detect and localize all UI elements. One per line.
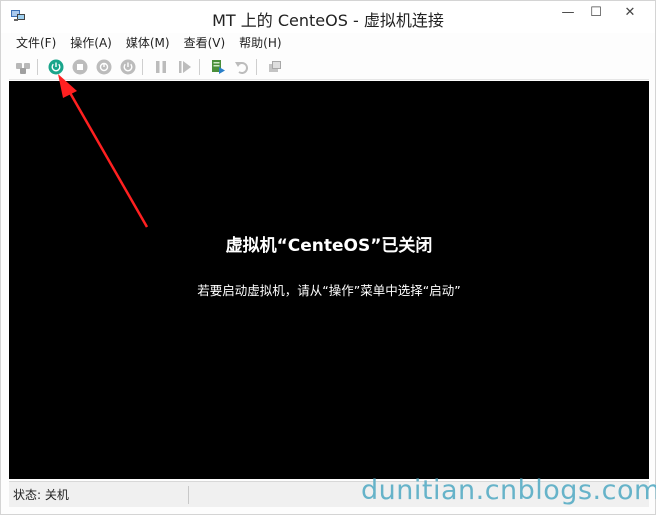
status-separator (188, 485, 189, 504)
vm-off-title: 虚拟机“CenteOS”已关闭 (225, 236, 433, 256)
shutdown-icon (96, 59, 112, 74)
watermark: dunitian.cnblogs.com (361, 475, 656, 506)
revert-button[interactable] (232, 57, 252, 77)
menu-view[interactable]: 查看(V) (177, 33, 233, 53)
save-icon (120, 59, 136, 74)
status-text: 状态: 关机 (13, 488, 69, 502)
toolbar-separator (199, 58, 200, 75)
ctrl-alt-del-button[interactable] (13, 57, 33, 77)
snapshot-button[interactable] (208, 57, 228, 77)
menu-file[interactable]: 文件(F) (9, 33, 63, 53)
close-button[interactable]: ✕ (607, 1, 653, 23)
turn-off-button[interactable] (70, 57, 90, 77)
toolbar-separator (37, 58, 38, 75)
title-bar[interactable]: MT 上的 CenteOS - 虚拟机连接 — ☐ ✕ (1, 1, 655, 33)
snapshot-icon (212, 59, 225, 74)
vm-off-hint: 若要启动虚拟机，请从“操作”菜单中选择“启动” (197, 283, 461, 298)
share-button[interactable] (265, 57, 285, 77)
turn-off-icon (72, 59, 88, 74)
toolbar-separator (256, 58, 257, 75)
save-button[interactable] (118, 57, 138, 77)
pause-icon (156, 60, 166, 73)
share-icon (269, 60, 281, 72)
resume-icon (179, 60, 191, 73)
ctrl-alt-del-icon (16, 62, 30, 74)
menu-action[interactable]: 操作(A) (63, 33, 119, 53)
menu-media[interactable]: 媒体(M) (119, 33, 177, 53)
menu-help[interactable]: 帮助(H) (232, 33, 288, 53)
resume-button[interactable] (175, 57, 195, 77)
toolbar-separator (142, 58, 143, 75)
start-icon (48, 59, 64, 74)
vm-connection-window: MT 上的 CenteOS - 虚拟机连接 — ☐ ✕ 文件(F) 操作(A) … (0, 0, 656, 515)
menu-bar: 文件(F) 操作(A) 媒体(M) 查看(V) 帮助(H) (9, 33, 649, 53)
start-button[interactable] (46, 57, 66, 77)
vm-display-area[interactable]: 虚拟机“CenteOS”已关闭 若要启动虚拟机，请从“操作”菜单中选择“启动” (9, 81, 649, 479)
shutdown-button[interactable] (94, 57, 114, 77)
revert-icon (235, 61, 248, 74)
pause-button[interactable] (151, 57, 171, 77)
toolbar (9, 54, 649, 80)
